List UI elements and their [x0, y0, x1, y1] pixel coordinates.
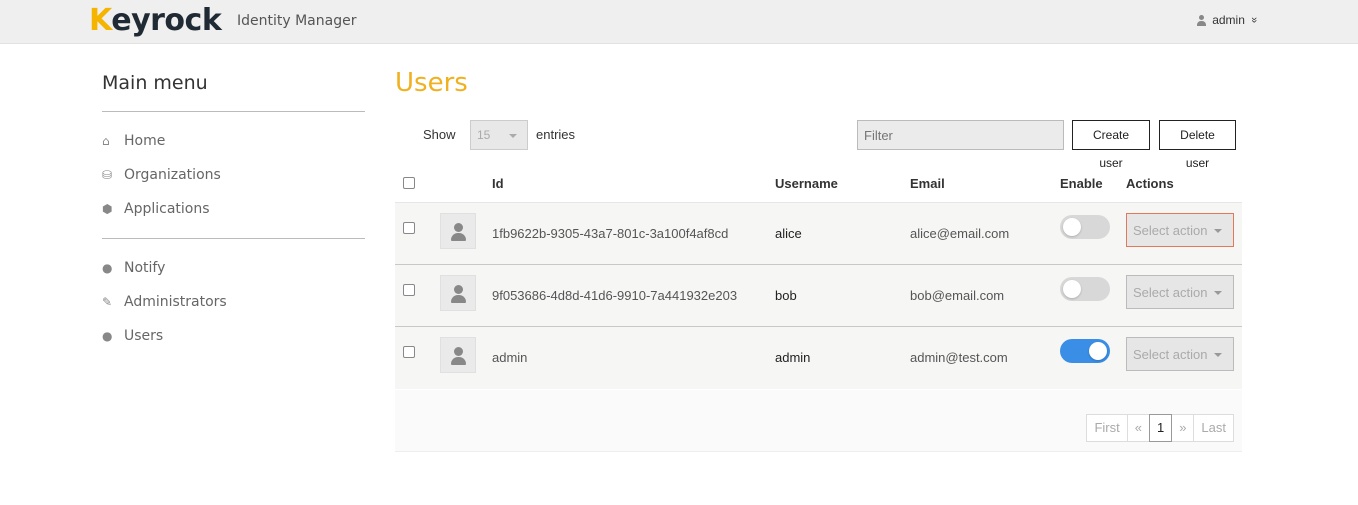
user-icon: ● [102, 329, 113, 343]
table-row: 1fb9622b-9305-43a7-801c-3a100f4af8cd ali… [395, 203, 1242, 265]
column-header-enable: Enable [1060, 176, 1103, 191]
email: bob@email.com [910, 288, 1005, 303]
table-footer: First « 1 » Last [395, 390, 1242, 452]
select-all-checkbox[interactable] [403, 177, 415, 189]
username: admin [775, 350, 811, 365]
caret-down-icon [1214, 229, 1222, 233]
users-table: Id Username Email Enable Actions 1fb9622… [395, 166, 1242, 389]
table-header: Id Username Email Enable Actions [395, 166, 1242, 203]
row-checkbox[interactable] [403, 222, 415, 234]
row-checkbox[interactable] [403, 284, 415, 296]
page-first[interactable]: First [1086, 414, 1128, 442]
email: alice@email.com [910, 226, 1010, 241]
page-current[interactable]: 1 [1148, 414, 1173, 442]
username: bob [775, 288, 797, 303]
pagination: First « 1 » Last [1086, 414, 1234, 442]
show-label: Show [423, 127, 456, 142]
column-header-actions: Actions [1126, 176, 1174, 191]
wrench-icon: ✎ [102, 295, 113, 309]
user-id: admin [492, 350, 528, 365]
enable-toggle[interactable] [1060, 215, 1110, 239]
sidebar-item-home[interactable]: ⌂ Home [102, 124, 365, 158]
avatar [440, 275, 476, 311]
chevron-down-icon: » [1247, 16, 1260, 24]
user-menu[interactable]: admin » [1197, 13, 1260, 27]
create-user-button[interactable]: Create user [1072, 120, 1150, 170]
select-action-dropdown[interactable]: Select action [1126, 213, 1234, 247]
user-menu-label: admin [1212, 13, 1245, 27]
table-controls: Show 15 entries Create user Delete user [395, 120, 1242, 170]
avatar [440, 337, 476, 373]
email: admin@test.com [910, 350, 1008, 365]
select-action-dropdown[interactable]: Select action [1126, 337, 1234, 371]
select-action-dropdown[interactable]: Select action [1126, 275, 1234, 309]
cube-icon: ⬢ [102, 202, 113, 216]
table-row: 9f053686-4d8d-41d6-9910-7a441932e203 bob… [395, 265, 1242, 327]
sidebar-title: Main menu [102, 72, 365, 112]
sidebar-item-users[interactable]: ● Users [102, 319, 365, 353]
user-id: 1fb9622b-9305-43a7-801c-3a100f4af8cd [492, 226, 729, 241]
avatar [440, 213, 476, 249]
user-icon [1197, 14, 1207, 26]
sidebar-item-organizations[interactable]: ⛁ Organizations [102, 158, 365, 192]
sidebar-item-notify[interactable]: ● Notify [102, 251, 365, 285]
keyrock-logo[interactable]: Keyrock [89, 4, 222, 38]
filter-input[interactable] [857, 120, 1064, 150]
home-icon: ⌂ [102, 134, 110, 148]
page-next[interactable]: » [1171, 414, 1195, 442]
column-header-id: Id [492, 176, 504, 191]
main-content: Users Show 15 entries Create user Delete… [395, 68, 1242, 452]
caret-down-icon [1214, 291, 1222, 295]
sidebar-item-applications[interactable]: ⬢ Applications [102, 192, 365, 226]
delete-user-button[interactable]: Delete user [1159, 120, 1236, 170]
page-last[interactable]: Last [1193, 414, 1234, 442]
column-header-email: Email [910, 176, 945, 191]
sidebar-item-administrators[interactable]: ✎ Administrators [102, 285, 365, 319]
top-bar: Keyrock Identity Manager admin » [0, 0, 1358, 44]
table-row: admin admin admin@test.com Select action [395, 327, 1242, 389]
app-title: Identity Manager [237, 13, 357, 29]
comment-icon: ● [102, 261, 113, 275]
user-id: 9f053686-4d8d-41d6-9910-7a441932e203 [492, 288, 738, 303]
page-title: Users [395, 68, 468, 98]
main-menu-primary: ⌂ Home ⛁ Organizations ⬢ Applications [102, 112, 365, 238]
entries-label: entries [536, 127, 576, 142]
column-header-username: Username [775, 176, 838, 191]
enable-toggle[interactable] [1060, 277, 1110, 301]
enable-toggle[interactable] [1060, 339, 1110, 363]
entries-select[interactable]: 15 [470, 120, 528, 150]
page-prev[interactable]: « [1126, 414, 1150, 442]
group-icon: ⛁ [102, 168, 113, 182]
username: alice [775, 226, 802, 241]
main-menu-secondary: ● Notify ✎ Administrators ● Users [102, 239, 365, 365]
caret-down-icon [509, 134, 517, 138]
sidebar: Main menu ⌂ Home ⛁ Organizations ⬢ Applicat… [102, 72, 365, 365]
row-checkbox[interactable] [403, 346, 415, 358]
caret-down-icon [1214, 353, 1222, 357]
